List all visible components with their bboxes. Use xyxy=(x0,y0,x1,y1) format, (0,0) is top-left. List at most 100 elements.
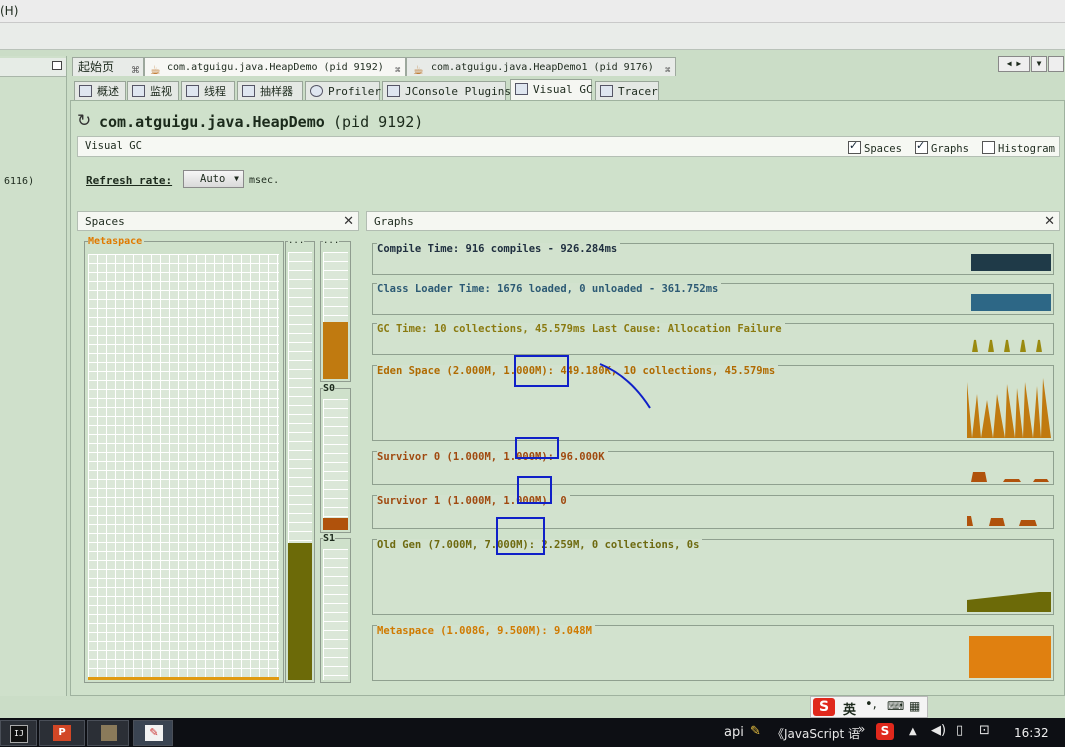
ime-toolbar[interactable]: S 英 •, ⌨ ▦ xyxy=(810,696,928,718)
compile-time-plot xyxy=(971,254,1051,271)
class-loader-plot xyxy=(971,294,1051,311)
menu-help[interactable]: (H) xyxy=(0,4,18,18)
metaspace-block: Metaspace xyxy=(84,236,284,683)
taskbar-clock[interactable]: 16:32 xyxy=(1014,726,1049,740)
old-gen-grid xyxy=(288,252,312,680)
tab-visual-gc[interactable]: Visual GC xyxy=(510,79,593,100)
tab-list-button[interactable]: ▼ xyxy=(1031,56,1047,72)
close-icon[interactable]: ⌘ xyxy=(395,62,400,81)
section-title: Visual GC xyxy=(85,140,142,152)
panel-title: Spaces xyxy=(85,215,125,228)
overflow-icon[interactable]: » xyxy=(858,722,865,736)
tab-tracer[interactable]: Tracer xyxy=(595,81,659,100)
keyboard-icon[interactable]: ⌨ xyxy=(887,699,904,713)
annotation-arrow xyxy=(599,363,651,409)
s1-grid xyxy=(323,549,348,680)
tab-jconsole-plugins[interactable]: JConsole Plugins xyxy=(382,81,511,100)
graph-label: Eden Space (2.000M, 1.000M): 449.180K, 1… xyxy=(377,365,779,377)
eden-grid xyxy=(323,252,348,379)
tab-label: com.atguigu.java.HeapDemo (pid 9192) xyxy=(167,62,384,73)
tab-label: 起始页 xyxy=(78,60,115,74)
graph-label: Class Loader Time: 1676 loaded, 0 unload… xyxy=(377,283,722,295)
refresh-rate-label: Refresh rate: xyxy=(86,174,173,187)
tab-start-page[interactable]: 起始页 ⌘ xyxy=(72,57,144,76)
taskbar-js-doc[interactable]: 《JavaScript 语 xyxy=(772,725,860,742)
plugin-icon xyxy=(387,85,400,97)
graph-label: Compile Time: 916 compiles - 926.284ms xyxy=(377,243,621,255)
tab-label: 抽样器 xyxy=(260,85,293,98)
sogou-logo-icon: S xyxy=(813,698,835,716)
toolbar xyxy=(0,23,1065,50)
old-gen-plot xyxy=(967,592,1051,612)
old-gen-column: ... xyxy=(285,236,315,683)
tab-heapdemo1[interactable]: ☕ com.atguigu.java.HeapDemo1 (pid 9176) … xyxy=(406,57,676,77)
spaces-panel: Metaspace ... ... S0 S1 xyxy=(77,231,359,683)
grid-menu-icon[interactable]: ▦ xyxy=(909,699,920,713)
ime-language[interactable]: 英 xyxy=(843,699,856,718)
graph-label: Metaspace (1.008G, 9.500M): 9.048M xyxy=(377,625,595,637)
app-icon xyxy=(101,725,117,741)
metaspace-grid xyxy=(88,254,279,679)
menu-bar: (H) xyxy=(0,0,1065,23)
graphs-checkbox[interactable]: Graphs xyxy=(915,139,969,155)
volume-icon[interactable]: ◀) xyxy=(931,723,946,738)
checkbox-icon xyxy=(848,139,861,154)
taskbar-app3[interactable] xyxy=(87,720,129,746)
tab-sampler[interactable]: 抽样器 xyxy=(237,81,303,100)
taskbar-intellij[interactable]: IJ xyxy=(0,720,37,746)
close-icon[interactable]: ✕ xyxy=(343,212,354,231)
annotation-box xyxy=(517,476,552,504)
spaces-checkbox[interactable]: Spaces xyxy=(848,139,902,155)
left-pane-node-text[interactable]: 6116) xyxy=(4,176,34,187)
page-title: com.atguigu.java.HeapDemo xyxy=(99,113,325,131)
metaspace-plot xyxy=(969,636,1051,678)
visual-gc-header: Visual GC Spaces Graphs Histogram xyxy=(77,136,1060,157)
eden-space-graph: Eden Space (2.000M, 1.000M): 449.180K, 1… xyxy=(372,365,1054,441)
histogram-checkbox[interactable]: Histogram xyxy=(982,141,1055,155)
taskbar-visualvm[interactable]: ✎ xyxy=(133,720,173,746)
visualvm-icon: ✎ xyxy=(145,725,163,741)
tab-label: Tracer xyxy=(618,85,658,98)
survivor0-graph: Survivor 0 (1.000M, 1.000M): 96.000K xyxy=(372,451,1054,485)
tab-label: Visual GC xyxy=(533,83,593,96)
tab-scroll-arrows[interactable]: ◀ ▶ xyxy=(998,56,1030,72)
maximize-button[interactable] xyxy=(1048,56,1064,72)
graph-label: GC Time: 10 collections, 45.579ms Last C… xyxy=(377,323,785,335)
taskbar-api-text[interactable]: api xyxy=(724,725,744,740)
punctuation-icon[interactable]: •, xyxy=(865,697,877,712)
tab-threads[interactable]: 线程 xyxy=(181,81,235,100)
overview-icon xyxy=(79,85,92,97)
close-icon[interactable]: ⌘ xyxy=(665,62,670,81)
refresh-spinner-icon: ↻ xyxy=(77,111,92,131)
s1-label: S1 xyxy=(323,533,336,544)
tab-monitor[interactable]: 监视 xyxy=(127,81,179,100)
panel-title: Graphs xyxy=(374,215,414,228)
checkbox-label: Spaces xyxy=(864,143,902,155)
minimize-icon[interactable] xyxy=(52,61,62,70)
tab-heapdemo[interactable]: ☕ com.atguigu.java.HeapDemo (pid 9192) ⌘ xyxy=(144,57,406,77)
eden-space-plot xyxy=(967,378,1051,438)
tab-label: 监视 xyxy=(150,85,172,98)
metaspace-graph: Metaspace (1.008G, 9.500M): 9.048M xyxy=(372,625,1054,681)
s1-column: S1 xyxy=(320,533,351,683)
annotation-box xyxy=(514,355,569,387)
tab-overview[interactable]: 概述 xyxy=(74,81,126,100)
tray-up-arrow-icon[interactable]: ▲ xyxy=(909,726,917,737)
checkbox-icon xyxy=(982,141,995,154)
close-icon[interactable]: ⌘ xyxy=(131,62,140,81)
dropdown-value: Auto xyxy=(200,173,226,185)
refresh-rate-dropdown[interactable]: Auto ▼ xyxy=(183,170,244,188)
intellij-icon: IJ xyxy=(10,725,28,743)
eden-label: ... xyxy=(323,236,340,246)
tab-label: 线程 xyxy=(204,85,226,98)
graph-label: Survivor 0 (1.000M, 1.000M): 96.000K xyxy=(377,451,608,463)
network-icon[interactable]: ⊡ xyxy=(979,723,990,738)
close-icon[interactable]: ✕ xyxy=(1044,212,1055,231)
battery-icon[interactable]: ▯ xyxy=(956,723,963,738)
page-title-pid: (pid 9192) xyxy=(333,113,424,131)
sogou-tray-icon[interactable]: S xyxy=(876,723,894,740)
taskbar-powerpoint[interactable]: P xyxy=(39,720,85,746)
notes-icon[interactable]: ✎ xyxy=(750,724,761,739)
tab-profiler[interactable]: Profiler xyxy=(305,81,381,100)
old-gen-graph: Old Gen (7.000M, 7.000M): 2.259M, 0 coll… xyxy=(372,539,1054,615)
